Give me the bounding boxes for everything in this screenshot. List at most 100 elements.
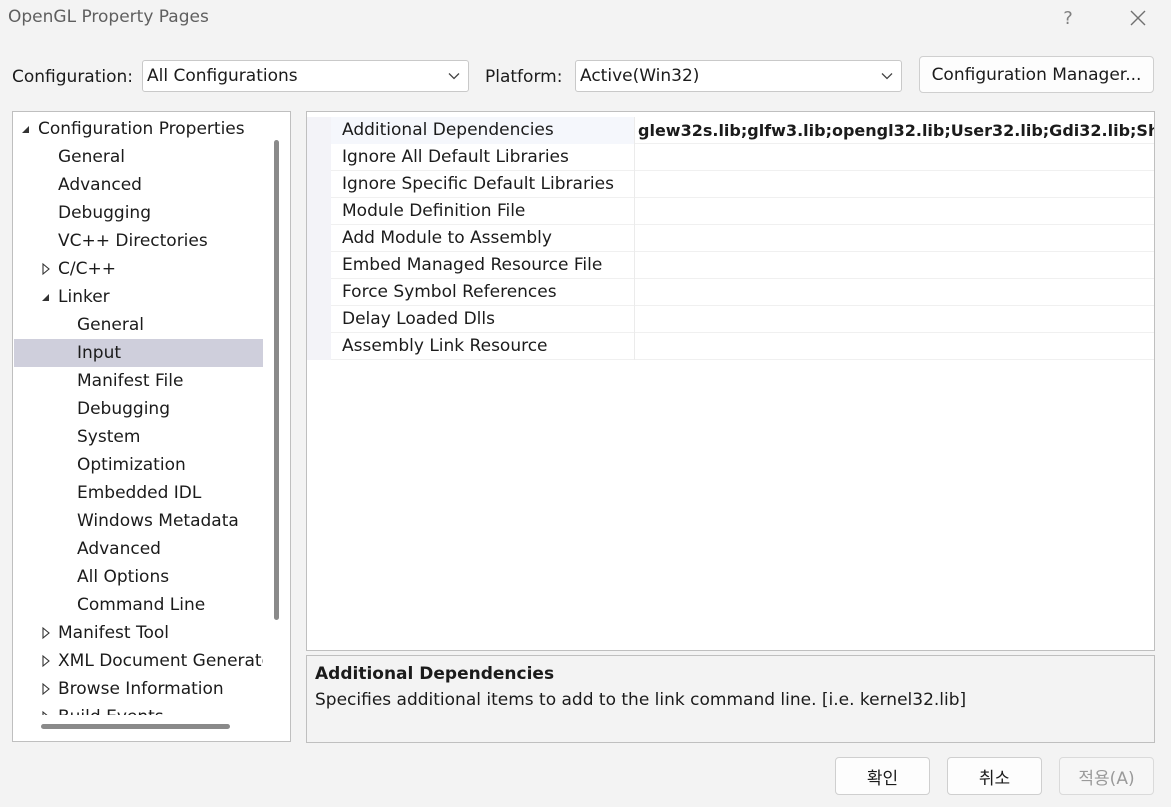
tree-item-general[interactable]: General: [14, 143, 263, 171]
row-gutter: [307, 171, 331, 198]
configuration-label: Configuration:: [12, 67, 134, 87]
tree-item-xml-document-generator[interactable]: XML Document Generato: [14, 647, 263, 675]
tree-item-c-cpp[interactable]: C/C++: [14, 255, 263, 283]
ok-button[interactable]: 확인: [835, 757, 930, 795]
tree-item-linker[interactable]: Linker: [14, 283, 263, 311]
tree-item-label: All Options: [77, 567, 170, 587]
tree-item-vc-directories[interactable]: VC++ Directories: [14, 227, 263, 255]
property-name: Force Symbol References: [342, 282, 557, 302]
collapsed-icon[interactable]: [40, 682, 52, 696]
property-name: Ignore Specific Default Libraries: [342, 174, 614, 194]
row-gutter: [307, 333, 331, 360]
tree-item-label: Command Line: [77, 595, 206, 615]
platform-value: Active(Win32): [580, 66, 700, 86]
expanded-icon[interactable]: [20, 122, 32, 136]
help-icon: ?: [1063, 7, 1073, 29]
property-row-additional-dependencies[interactable]: Additional Dependencies glew32s.lib;glfw…: [307, 117, 1154, 144]
tree-item-label: Optimization: [77, 455, 186, 475]
tree-item-system[interactable]: System: [14, 423, 263, 451]
platform-label: Platform:: [485, 67, 563, 87]
property-name: Add Module to Assembly: [342, 228, 552, 248]
tree-horizontal-scrollbar[interactable]: [41, 724, 230, 729]
row-gutter: [307, 252, 331, 279]
close-icon: [1130, 10, 1146, 26]
tree-item-label: Embedded IDL: [77, 483, 202, 503]
property-name: Additional Dependencies: [342, 120, 554, 140]
tree-item-embedded-idl[interactable]: Embedded IDL: [14, 479, 263, 507]
title-bar: OpenGL Property Pages ?: [0, 0, 1171, 38]
tree-item-manifest-file[interactable]: Manifest File: [14, 367, 263, 395]
tree-item-build-events[interactable]: Build Events: [14, 703, 263, 715]
property-row-delay-loaded-dlls[interactable]: Delay Loaded Dlls: [307, 306, 1154, 333]
row-gutter: [307, 144, 331, 171]
tree-item-label: Input: [77, 343, 122, 363]
configuration-manager-button[interactable]: Configuration Manager...: [919, 56, 1154, 93]
column-divider: [634, 144, 635, 171]
tree-item-label: Build Events: [58, 703, 164, 715]
property-value[interactable]: [638, 144, 1154, 171]
cancel-button[interactable]: 취소: [947, 757, 1042, 795]
tree-item-all-options[interactable]: All Options: [14, 563, 263, 591]
close-button[interactable]: [1118, 3, 1158, 33]
property-name: Ignore All Default Libraries: [342, 147, 569, 167]
column-divider: [634, 225, 635, 252]
collapsed-icon[interactable]: [40, 626, 52, 640]
tree-item-label: Debugging: [58, 203, 151, 223]
property-value[interactable]: [638, 198, 1154, 225]
tree-item-linker-input[interactable]: Input: [14, 339, 263, 367]
configuration-dropdown[interactable]: All Configurations: [142, 60, 469, 92]
collapsed-icon[interactable]: [40, 710, 52, 715]
property-value[interactable]: [638, 333, 1154, 360]
tree-item-advanced[interactable]: Advanced: [14, 171, 263, 199]
property-value[interactable]: [638, 306, 1154, 333]
apply-button[interactable]: 적용(A): [1059, 757, 1154, 795]
configuration-value: All Configurations: [147, 66, 298, 86]
tree-item-label: Advanced: [77, 539, 161, 559]
tree-item-debugging[interactable]: Debugging: [14, 199, 263, 227]
row-gutter: [307, 279, 331, 306]
property-row-ignore-specific-default-libraries[interactable]: Ignore Specific Default Libraries: [307, 171, 1154, 198]
row-gutter: [307, 117, 331, 144]
tree-item-label: Manifest Tool: [58, 623, 169, 643]
collapsed-icon[interactable]: [40, 262, 52, 276]
column-divider: [634, 279, 635, 306]
property-row-assembly-link-resource[interactable]: Assembly Link Resource: [307, 333, 1154, 360]
property-tree: Configuration Properties General Advance…: [12, 111, 291, 742]
tree-vertical-scrollbar[interactable]: [274, 140, 279, 620]
description-title: Additional Dependencies: [315, 664, 555, 684]
property-value[interactable]: [638, 171, 1154, 198]
tree-item-label: System: [77, 427, 141, 447]
tree-item-linker-general[interactable]: General: [14, 311, 263, 339]
property-value[interactable]: [638, 279, 1154, 306]
tree-item-windows-metadata[interactable]: Windows Metadata: [14, 507, 263, 535]
tree-item-label: Configuration Properties: [38, 119, 245, 139]
tree-item-configuration-properties[interactable]: Configuration Properties: [14, 115, 263, 143]
tree-item-browse-information[interactable]: Browse Information: [14, 675, 263, 703]
tree-item-linker-debugging[interactable]: Debugging: [14, 395, 263, 423]
collapsed-icon[interactable]: [40, 654, 52, 668]
tree-item-command-line[interactable]: Command Line: [14, 591, 263, 619]
tree-item-manifest-tool[interactable]: Manifest Tool: [14, 619, 263, 647]
property-row-add-module-to-assembly[interactable]: Add Module to Assembly: [307, 225, 1154, 252]
property-value[interactable]: [638, 225, 1154, 252]
tree-item-label: Browse Information: [58, 679, 224, 699]
column-divider: [634, 117, 635, 144]
property-row-force-symbol-references[interactable]: Force Symbol References: [307, 279, 1154, 306]
property-value[interactable]: [638, 252, 1154, 279]
property-row-ignore-all-default-libraries[interactable]: Ignore All Default Libraries: [307, 144, 1154, 171]
property-value[interactable]: glew32s.lib;glfw3.lib;opengl32.lib;User3…: [638, 117, 1154, 144]
tree-item-label: XML Document Generato: [58, 651, 263, 671]
property-row-module-definition-file[interactable]: Module Definition File: [307, 198, 1154, 225]
chevron-down-icon: [881, 73, 893, 80]
window-title: OpenGL Property Pages: [8, 7, 209, 27]
tree-item-optimization[interactable]: Optimization: [14, 451, 263, 479]
tree-item-label: Linker: [58, 287, 110, 307]
row-gutter: [307, 198, 331, 225]
expanded-icon[interactable]: [40, 290, 52, 304]
platform-dropdown[interactable]: Active(Win32): [575, 60, 902, 92]
property-row-embed-managed-resource-file[interactable]: Embed Managed Resource File: [307, 252, 1154, 279]
tree-item-linker-advanced[interactable]: Advanced: [14, 535, 263, 563]
column-divider: [634, 252, 635, 279]
help-button[interactable]: ?: [1048, 3, 1088, 33]
tree-item-label: Debugging: [77, 399, 170, 419]
